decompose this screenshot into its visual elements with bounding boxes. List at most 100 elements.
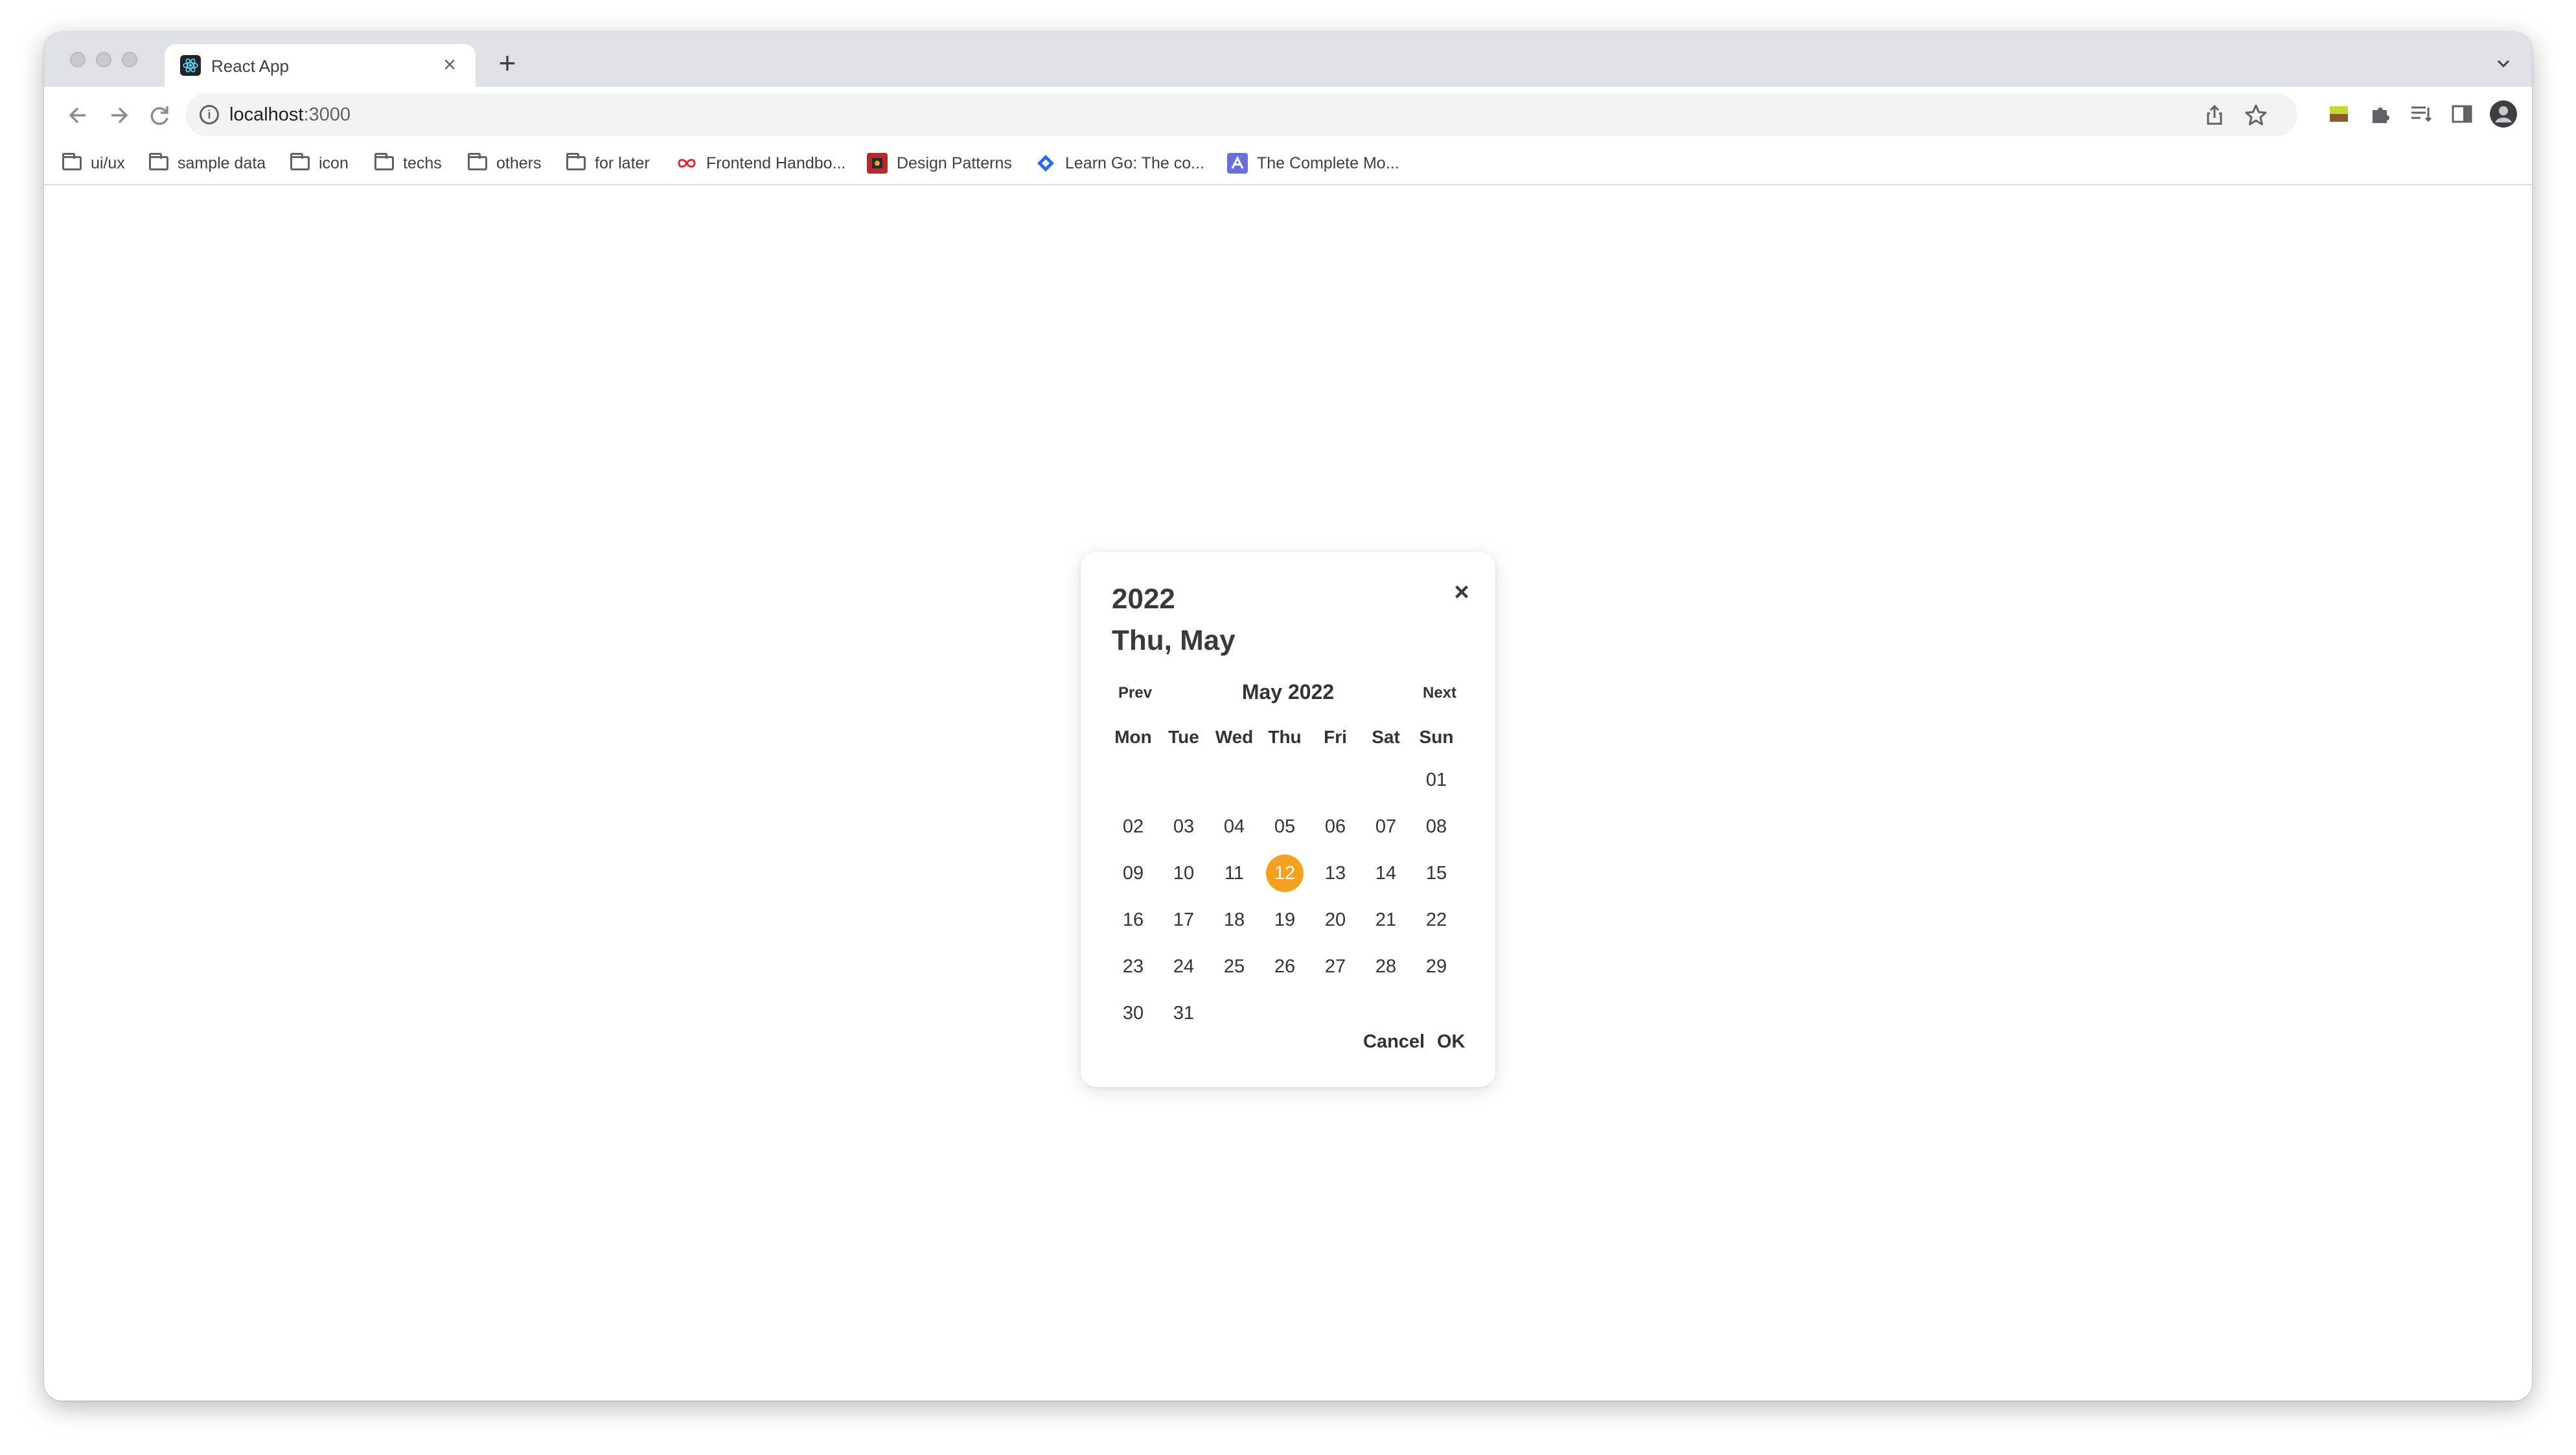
bookmark-folder-for-later[interactable]: for later <box>566 150 650 176</box>
day-cell[interactable]: 02 <box>1108 808 1158 845</box>
day-number: 15 <box>1425 863 1447 884</box>
star-icon[interactable] <box>2243 102 2269 128</box>
diamond-icon <box>1035 153 1056 174</box>
new-tab-button[interactable]: + <box>491 48 523 82</box>
url-text[interactable]: localhost:3000 <box>229 104 351 126</box>
day-cell[interactable]: 27 <box>1310 948 1361 985</box>
bookmark-folder-techs[interactable]: techs <box>374 150 442 176</box>
day-cell[interactable]: 05 <box>1259 808 1310 845</box>
minimize-window-button[interactable] <box>96 52 111 67</box>
share-icon[interactable] <box>2202 102 2227 128</box>
browser-window: React App × + i localhost:3000 ui/ux sam… <box>44 32 2532 1401</box>
selected-date: Thu, May <box>1112 624 1236 656</box>
zoom-window-button[interactable] <box>122 52 137 67</box>
weekday-label: Fri <box>1324 727 1347 747</box>
day-number: 29 <box>1425 956 1447 977</box>
day-cell[interactable]: 15 <box>1411 854 1462 892</box>
cancel-button[interactable]: Cancel <box>1363 1031 1425 1053</box>
bookmarks-bar: ui/ux sample data icon techs others for … <box>44 144 2532 185</box>
day-cell[interactable]: 23 <box>1108 948 1158 985</box>
reading-list-icon[interactable] <box>2406 98 2437 130</box>
more-menu-icon[interactable] <box>2531 98 2532 130</box>
extension-icon[interactable] <box>2323 98 2354 130</box>
bookmark-label: icon <box>319 154 349 172</box>
day-number: 17 <box>1173 910 1195 930</box>
day-cell[interactable]: 10 <box>1158 854 1209 892</box>
prev-month-button[interactable]: Prev <box>1118 684 1152 702</box>
close-icon[interactable]: × <box>1445 575 1478 609</box>
day-cell[interactable]: 25 <box>1209 948 1259 985</box>
day-number: 05 <box>1274 816 1296 837</box>
day-cell[interactable]: 21 <box>1361 901 1411 939</box>
day-cell[interactable]: 09 <box>1108 854 1158 892</box>
day-number: 11 <box>1224 863 1245 884</box>
day-cell[interactable]: 19 <box>1259 901 1310 939</box>
calendar-week: 16 17 18 19 20 21 22 <box>1108 897 1462 943</box>
day-cell[interactable]: 03 <box>1158 808 1209 845</box>
bookmark-folder-others[interactable]: others <box>468 150 541 176</box>
day-cell[interactable]: 22 <box>1411 901 1462 939</box>
day-cell-selected[interactable]: 12 <box>1259 854 1310 892</box>
close-window-button[interactable] <box>70 52 86 67</box>
day-number: 07 <box>1375 816 1397 837</box>
weekday-label: Tue <box>1168 727 1199 747</box>
bookmark-design-patterns[interactable]: Design Patterns <box>867 150 1012 176</box>
day-number: 31 <box>1173 1003 1195 1024</box>
tab-close-icon[interactable]: × <box>437 52 463 78</box>
day-cell[interactable]: 30 <box>1108 994 1158 1032</box>
day-number: 04 <box>1223 816 1245 837</box>
address-bar[interactable]: i localhost:3000 <box>185 93 2297 136</box>
next-month-button[interactable]: Next <box>1423 684 1456 702</box>
chevron-down-icon[interactable] <box>2492 52 2515 75</box>
weekday-label: Mon <box>1114 727 1152 747</box>
day-cell[interactable]: 01 <box>1411 761 1462 799</box>
day-number: 06 <box>1324 816 1346 837</box>
day-cell[interactable]: 17 <box>1158 901 1209 939</box>
day-cell[interactable]: 07 <box>1361 808 1411 845</box>
day-number: 24 <box>1173 956 1195 977</box>
weekday-header-row: Mon Tue Wed Thu Fri Sat Sun <box>1108 718 1462 757</box>
day-cell[interactable]: 11 <box>1209 854 1259 892</box>
bookmark-folder-sample-data[interactable]: sample data <box>149 150 266 176</box>
bookmark-learn-go[interactable]: Learn Go: The co... <box>1035 150 1204 176</box>
ok-button[interactable]: OK <box>1437 1031 1466 1053</box>
day-cell[interactable]: 29 <box>1411 948 1462 985</box>
day-cell[interactable]: 28 <box>1361 948 1411 985</box>
browser-tab[interactable]: React App × <box>165 44 476 87</box>
reload-icon[interactable] <box>144 100 175 131</box>
day-cell[interactable]: 24 <box>1158 948 1209 985</box>
folder-icon <box>468 153 487 170</box>
day-cell[interactable]: 16 <box>1108 901 1158 939</box>
forward-icon[interactable] <box>104 100 135 131</box>
day-cell[interactable]: 14 <box>1361 854 1411 892</box>
day-cell[interactable]: 13 <box>1310 854 1361 892</box>
day-number: 30 <box>1122 1003 1144 1024</box>
url-host: localhost <box>229 104 304 125</box>
refactoring-icon <box>867 153 888 174</box>
day-cell[interactable]: 26 <box>1259 948 1310 985</box>
day-number: 28 <box>1375 956 1397 977</box>
calendar-week: 30 31 <box>1108 990 1462 1037</box>
day-cell[interactable]: 06 <box>1310 808 1361 845</box>
day-cell[interactable]: 20 <box>1310 901 1361 939</box>
bookmark-frontend-handbook[interactable]: Frontend Handbo... <box>676 150 845 176</box>
day-cell[interactable]: 08 <box>1411 808 1462 845</box>
profile-avatar[interactable] <box>2488 98 2519 130</box>
day-cell[interactable]: 04 <box>1209 808 1259 845</box>
date-picker-dialog: 2022 Thu, May × May 2022 Prev Next Mon T… <box>1081 552 1495 1087</box>
selected-year[interactable]: 2022 <box>1112 583 1175 615</box>
day-cell[interactable]: 18 <box>1209 901 1259 939</box>
side-panel-icon[interactable] <box>2446 98 2478 130</box>
bookmark-complete-course[interactable]: The Complete Mo... <box>1227 150 1399 176</box>
bookmark-folder-icon[interactable]: icon <box>290 150 349 176</box>
puzzle-icon[interactable] <box>2365 98 2396 130</box>
day-number: 26 <box>1274 956 1296 977</box>
folder-icon <box>62 153 82 170</box>
day-number: 27 <box>1324 956 1346 977</box>
day-number: 03 <box>1173 816 1195 837</box>
info-icon[interactable]: i <box>200 105 219 124</box>
day-cell[interactable]: 31 <box>1158 994 1209 1032</box>
back-icon[interactable] <box>62 100 93 131</box>
bookmark-folder-uiux[interactable]: ui/ux <box>62 150 125 176</box>
calendar-week: 09 10 11 12 13 14 15 <box>1108 850 1462 897</box>
